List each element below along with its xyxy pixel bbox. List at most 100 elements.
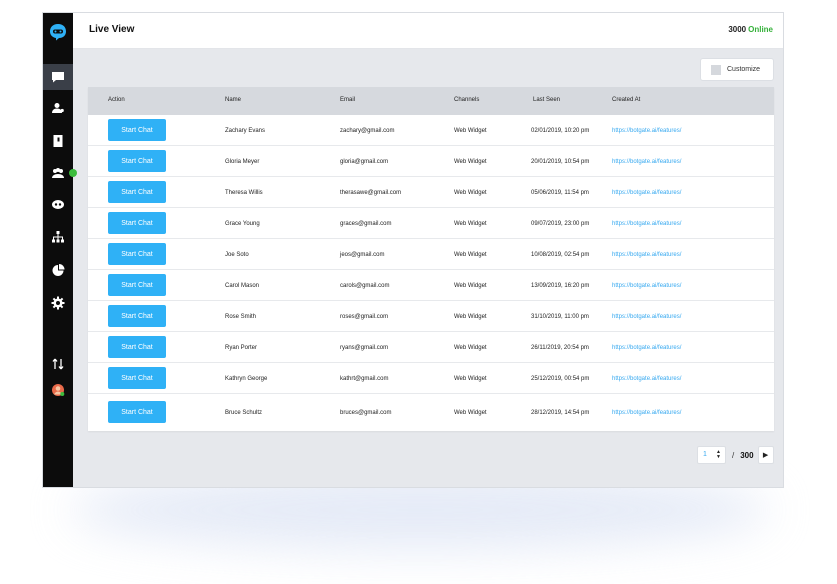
created-at-link[interactable]: https://botgate.ai/features/ — [612, 252, 681, 258]
page-separator: / — [732, 450, 735, 460]
created-at-link[interactable]: https://botgate.ai/features/ — [612, 314, 681, 320]
visitor-channel: Web Widget — [454, 159, 487, 165]
start-chat-button[interactable]: Start Chat — [108, 212, 166, 234]
start-chat-button[interactable]: Start Chat — [108, 243, 166, 265]
current-page: 1 — [703, 451, 707, 458]
hierarchy-icon — [52, 231, 64, 243]
visitor-last-seen: 20/01/2019, 10:54 pm — [531, 159, 590, 165]
table-row: Start Chat Gloria Meyer gloria@gmail.com We… — [88, 146, 774, 177]
sidebar-item-settings[interactable] — [43, 290, 73, 316]
created-at-link[interactable]: https://botgate.ai/features/ — [612, 221, 681, 227]
sidebar-item-bots[interactable] — [43, 191, 73, 217]
visitor-channel: Web Widget — [454, 128, 487, 134]
visitor-name: Bruce Schultz — [225, 410, 263, 416]
customize-label: Customize — [727, 66, 761, 73]
column-header-channels: Channels — [454, 97, 480, 103]
table-row: Start Chat Rose Smith roses@gmail.com Web W… — [88, 301, 774, 332]
table-row: Start Chat Kathryn George kathrt@gmail.com… — [88, 363, 774, 394]
visitor-email: ryans@gmail.com — [340, 345, 389, 351]
created-at-link[interactable]: https://botgate.ai/features/ — [612, 345, 681, 351]
visitor-email: carols@gmail.com — [340, 283, 390, 289]
visitor-email: bruces@gmail.com — [340, 410, 392, 416]
sidebar-item-analytics[interactable] — [43, 257, 73, 283]
grid-icon — [711, 64, 721, 75]
bot-icon — [52, 200, 64, 209]
sidebar-item-transfer[interactable] — [43, 351, 73, 377]
visitor-name: Kathryn George — [225, 376, 268, 382]
visitor-channel: Web Widget — [454, 283, 487, 289]
page-number-input[interactable]: 1 ▲ ▼ — [697, 446, 726, 464]
visitor-email: kathrt@gmail.com — [340, 376, 389, 382]
next-page-button[interactable]: ▶ — [757, 446, 774, 464]
sidebar-item-users[interactable] — [43, 95, 73, 121]
visitor-name: Ryan Porter — [225, 345, 258, 351]
table-row: Start Chat Carol Mason carols@gmail.com Web… — [88, 270, 774, 301]
start-chat-button[interactable]: Start Chat — [108, 401, 166, 423]
users-icon — [52, 103, 64, 113]
table-row: Start Chat Grace Young graces@gmail.com Web… — [88, 208, 774, 239]
visitor-email: zachary@gmail.com — [340, 128, 395, 134]
app-window: Live View 3000 Online Customize Action Na… — [42, 12, 784, 488]
sidebar-item-profile[interactable] — [43, 377, 73, 403]
visitor-last-seen: 25/12/2019, 00:54 pm — [531, 376, 590, 382]
page-title: Live View — [89, 24, 135, 35]
created-at-link[interactable]: https://botgate.ai/features/ — [612, 376, 681, 382]
start-chat-button[interactable]: Start Chat — [108, 305, 166, 327]
avatar — [52, 384, 65, 396]
contacts-icon — [53, 135, 63, 147]
visitor-last-seen: 05/06/2019, 11:54 pm — [531, 190, 589, 196]
online-counter: 3000 Online — [728, 25, 773, 34]
start-chat-button[interactable]: Start Chat — [108, 336, 166, 358]
column-header-action: Action — [108, 97, 125, 103]
visitor-channel: Web Widget — [454, 252, 487, 258]
logo-icon — [48, 22, 68, 42]
column-header-last-seen: Last Seen — [533, 97, 561, 103]
spinner-icon[interactable]: ▲ ▼ — [716, 450, 721, 460]
start-chat-button[interactable]: Start Chat — [108, 119, 166, 141]
total-pages: 300 — [740, 450, 754, 460]
visitor-email: gloria@gmail.com — [340, 159, 389, 165]
chat-icon — [52, 72, 64, 83]
sidebar-item-contacts[interactable] — [43, 128, 73, 154]
visitors-table: Action Name Email Channels Last Seen Cre… — [88, 87, 774, 431]
pagination: 1 ▲ ▼ / 300 ▶ — [697, 446, 774, 464]
visitor-channel: Web Widget — [454, 221, 487, 227]
column-header-created-at: Created At — [612, 97, 641, 103]
visitor-name: Grace Young — [225, 221, 260, 227]
visitor-channel: Web Widget — [454, 345, 487, 351]
sidebar-item-flows[interactable] — [43, 224, 73, 250]
table-row: Start Chat Theresa Willis therasawe@gmail.… — [88, 177, 774, 208]
customize-button[interactable]: Customize — [700, 58, 774, 81]
created-at-link[interactable]: https://botgate.ai/features/ — [612, 410, 681, 416]
visitor-channel: Web Widget — [454, 410, 487, 416]
online-label: Online — [748, 25, 773, 34]
table-row: Start Chat Bruce Schultz bruces@gmail.com W… — [88, 394, 774, 431]
transfer-icon — [52, 358, 64, 370]
next-icon: ▶ — [762, 452, 769, 459]
visitor-last-seen: 09/07/2019, 23:00 pm — [531, 221, 590, 227]
column-header-email: Email — [340, 97, 356, 103]
visitor-last-seen: 10/08/2019, 02:54 pm — [531, 252, 590, 258]
visitor-email: graces@gmail.com — [340, 221, 392, 227]
start-chat-button[interactable]: Start Chat — [108, 150, 166, 172]
sidebar-item-live-view[interactable] — [43, 64, 73, 90]
visitor-email: roses@gmail.com — [340, 314, 389, 320]
visitor-channel: Web Widget — [454, 376, 487, 382]
created-at-link[interactable]: https://botgate.ai/features/ — [612, 283, 681, 289]
created-at-link[interactable]: https://botgate.ai/features/ — [612, 128, 681, 134]
start-chat-button[interactable]: Start Chat — [108, 181, 166, 203]
online-count: 3000 — [728, 25, 747, 34]
visitor-name: Rose Smith — [225, 314, 257, 320]
visitor-name: Theresa Willis — [225, 190, 263, 196]
start-chat-button[interactable]: Start Chat — [108, 274, 166, 296]
table-header: Action Name Email Channels Last Seen Cre… — [88, 87, 774, 115]
created-at-link[interactable]: https://botgate.ai/features/ — [612, 159, 681, 165]
visitor-last-seen: 31/10/2019, 11:00 pm — [531, 314, 589, 320]
visitor-last-seen: 13/09/2019, 16:20 pm — [531, 283, 590, 289]
settings-icon — [51, 296, 65, 310]
start-chat-button[interactable]: Start Chat — [108, 367, 166, 389]
table-row: Start Chat Joe Soto jeos@gmail.com Web Widg… — [88, 239, 774, 270]
column-header-name: Name — [225, 97, 242, 103]
table-row: Start Chat Zachary Evans zachary@gmail.com… — [88, 115, 774, 146]
created-at-link[interactable]: https://botgate.ai/features/ — [612, 190, 681, 196]
